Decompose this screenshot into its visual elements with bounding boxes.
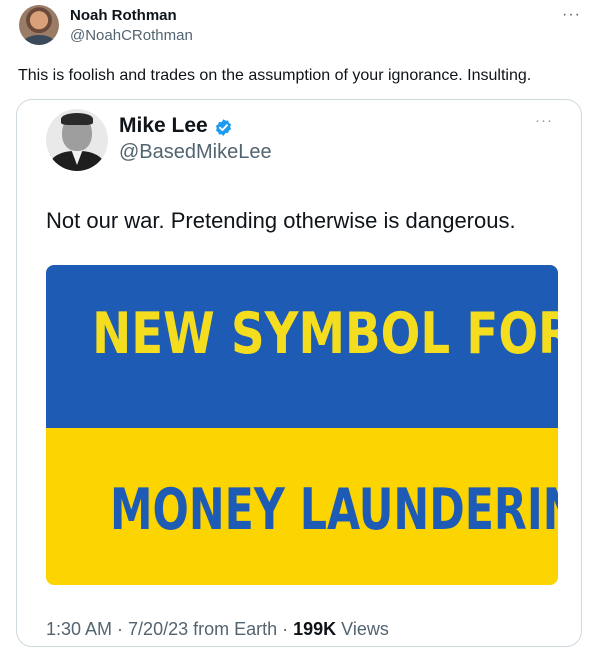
tweet-meta: 1:30 AM · 7/20/23 from Earth · 199K View… [46,619,389,640]
quoted-avatar[interactable] [46,109,108,171]
quoted-author-name[interactable]: Mike Lee [119,114,208,138]
tweet-time[interactable]: 1:30 AM [46,619,112,639]
more-options-icon[interactable]: ··· [562,6,581,24]
image-text-line1: NEW SYMBOL FOR [92,301,558,367]
meta-separator: · [112,619,129,639]
meta-separator: · [277,619,294,639]
avatar[interactable] [19,5,59,45]
avatar-shirt [23,35,55,45]
author-handle[interactable]: @NoahCRothman [70,27,193,44]
tweet-text: This is foolish and trades on the assump… [18,67,532,84]
tweet-image[interactable]: NEW SYMBOL FOR MONEY LAUNDERING [46,265,558,585]
quoted-tweet-card[interactable]: Mike Lee @BasedMikeLee ··· Not our war. … [16,99,582,647]
views-count: 199K [293,619,337,639]
tweet-source: from Earth [188,619,278,639]
quoted-tweet-text: Not our war. Pretending otherwise is dan… [46,208,516,233]
author-name[interactable]: Noah Rothman [70,7,177,24]
views-label: Views [336,619,389,639]
quoted-author-handle[interactable]: @BasedMikeLee [119,141,272,164]
image-text-line2: MONEY LAUNDERING [110,477,558,543]
quoted-more-options-icon[interactable]: ··· [535,112,553,129]
tweet-date[interactable]: 7/20/23 [128,619,188,639]
verified-badge-icon [215,119,232,136]
